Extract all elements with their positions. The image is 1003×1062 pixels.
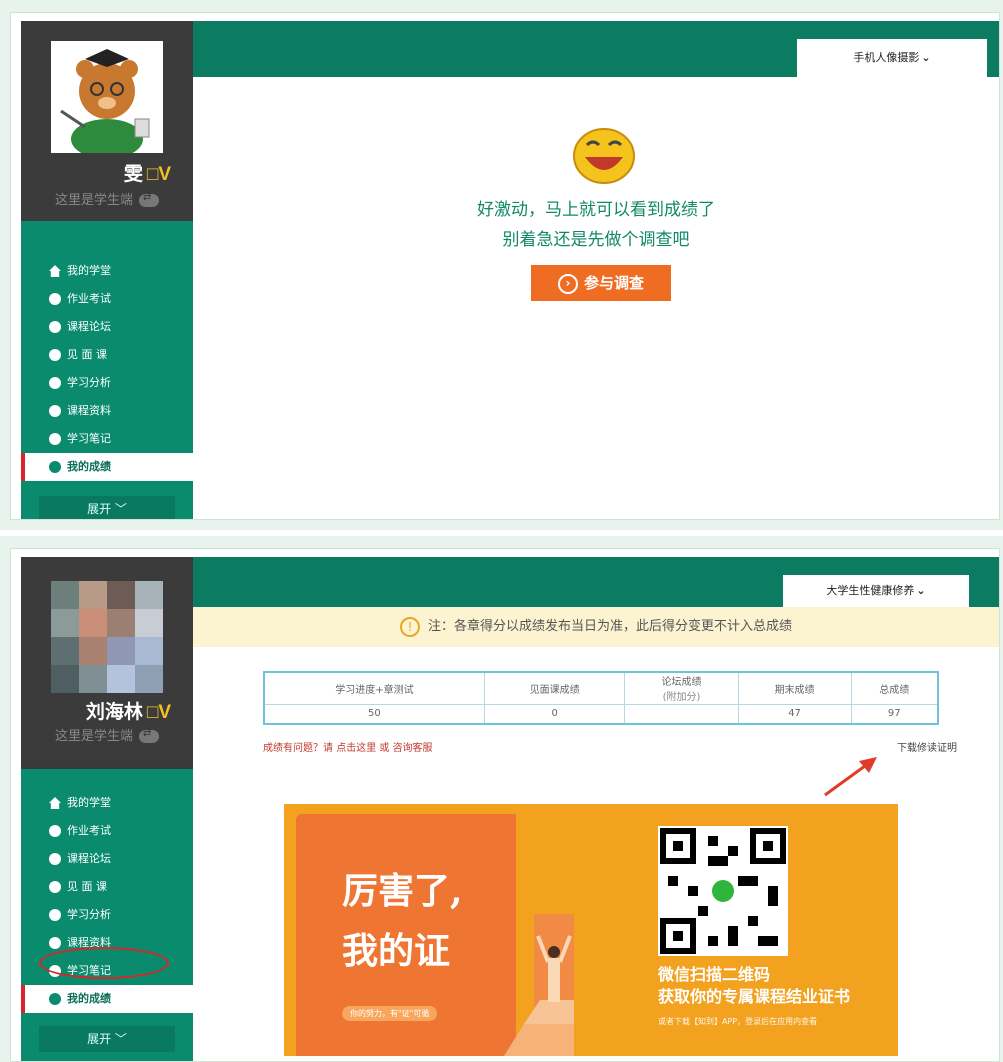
nav-item-my-school[interactable]: 我的学堂 [21,257,193,285]
cell-forum [624,703,739,725]
note-icon [49,433,61,445]
nav-item-grades[interactable]: 我的成绩 [21,985,193,1013]
nav-item-notes[interactable]: 学习笔记 [21,425,193,453]
top-bar: 大学生性健康修养 ⌄ [193,557,999,607]
expand-button[interactable]: 展开 ﹀ [39,496,175,519]
certificate-banner: 厉害了, 我的证 你的努力，有"证"可循 微信扫描二维码 获取你的专属课程结业证… [284,804,898,1056]
chart-icon [49,377,61,389]
pencil-icon [49,293,61,305]
customer-service-link[interactable]: 咨询客服 [393,743,433,754]
wechat-qr-code [658,826,788,956]
switch-role-icon[interactable] [139,728,159,743]
header-total: 总成绩 [850,671,939,705]
role-label: 这里是学生端 [21,189,193,208]
side-nav: 我的学堂 作业考试 课程论坛 见 面 课 学习分析 课程资料 学习笔记 我的成绩… [21,769,193,1061]
check-icon [49,993,61,1005]
warning-icon: ! [399,616,420,637]
course-selector[interactable]: 手机人像摄影 ⌄ [797,39,987,77]
forum-extra-label: (附加分) [662,692,701,704]
grades-result-panel: 刘海林□V 这里是学生端 我的学堂 作业考试 课程论坛 见 面 课 学习分析 课… [10,548,1000,1062]
nav-item-forum[interactable]: 课程论坛 [21,845,193,873]
expand-button[interactable]: 展开 ﹀ [39,1026,175,1052]
check-icon [49,461,61,473]
profile-card: 雯 □V 这里是学生端 [21,21,193,221]
folder-icon [49,937,61,949]
role-label: 这里是学生端 [21,725,193,744]
vip-badge: □V [146,702,171,723]
join-survey-button[interactable]: › 参与调查 [531,265,671,301]
pencil-icon [49,825,61,837]
grade-help-text: 成绩有问题？请 点击这里 或 咨询客服 [263,743,433,754]
nav-item-forum[interactable]: 课程论坛 [21,313,193,341]
cell-final: 47 [737,703,852,725]
nav-item-materials[interactable]: 课程资料 [21,397,193,425]
home-icon [49,797,61,809]
chevron-down-icon: ⌄ [921,51,931,64]
banner-headline-2: 我的证 [342,930,451,972]
grade-notice: ! 注：各章得分以成绩发布当日为准，此后得分变更不计入总成绩 [193,607,999,647]
nav-item-homework[interactable]: 作业考试 [21,817,193,845]
vip-badge: □V [146,164,171,185]
folder-icon [49,405,61,417]
sidebar: 雯□V 这里是学生端 我的学堂 作业考试 课程论坛 见 面 课 学习分析 课程资… [21,21,193,519]
header-progress: 学习进度+章测试 [263,671,485,705]
cell-live-class: 0 [483,703,626,725]
nav-item-homework[interactable]: 作业考试 [21,285,193,313]
username: 刘海林 □V [85,702,171,723]
nav-item-analysis[interactable]: 学习分析 [21,901,193,929]
table-row: 50 0 47 97 [263,703,939,725]
arrow-right-icon: › [557,273,578,294]
video-icon [49,881,61,893]
video-icon [49,349,61,361]
header-final: 期末成绩 [737,671,852,705]
nav-item-my-school[interactable]: 我的学堂 [21,789,193,817]
scan-instructions: 微信扫描二维码 获取你的专属课程结业证书 [658,965,851,1006]
switch-role-icon[interactable] [139,192,159,207]
click-here-link[interactable]: 点击这里 [336,743,376,754]
header-forum: 论坛成绩 (附加分) [624,671,739,705]
excited-message: 好激动，马上就可以看到成绩了 [477,200,715,220]
banner-headline-1: 厉害了, [342,870,463,912]
avatar [51,581,163,693]
nav-item-grades[interactable]: 我的成绩 [21,453,193,481]
pointer-arrow-icon [824,757,877,797]
cell-progress: 50 [263,703,485,725]
sidebar: 刘海林□V 这里是学生端 我的学堂 作业考试 课程论坛 见 面 课 学习分析 课… [21,557,193,1061]
smiley-icon [573,128,635,184]
survey-prompt: 别着急还是先做个调查吧 [502,230,690,250]
chat-icon [49,853,61,865]
download-certificate-link[interactable]: 下载修读证明 [897,739,957,754]
username: 雯 □V [123,164,171,185]
banner-tagline: 你的努力，有"证"可循 [342,1006,438,1021]
chat-icon [49,321,61,333]
chart-icon [49,909,61,921]
profile-card: 刘海林 □V 这里是学生端 [21,557,193,757]
nav-item-analysis[interactable]: 学习分析 [21,369,193,397]
nav-item-live-class[interactable]: 见 面 课 [21,341,193,369]
app-download-hint: 或者下载【知到】APP，登录后在应用内查看 [658,1017,818,1026]
avatar [51,41,163,153]
header-live-class: 见面课成绩 [483,671,626,705]
grades-survey-panel: 雯□V 这里是学生端 我的学堂 作业考试 课程论坛 见 面 课 学习分析 课程资… [10,12,1000,520]
stairs-illustration [504,914,574,1056]
cell-total: 97 [850,703,939,725]
home-icon [49,265,61,277]
nav-item-live-class[interactable]: 见 面 课 [21,873,193,901]
highlight-circle [39,947,169,979]
chevron-down-icon: ⌄ [916,584,926,597]
grades-table: 学习进度+章测试 见面课成绩 论坛成绩 (附加分) 期末成绩 总成绩 50 0 4… [263,671,939,725]
side-nav: 我的学堂 作业考试 课程论坛 见 面 课 学习分析 课程资料 学习笔记 我的成绩… [21,221,193,519]
top-bar: 手机人像摄影 ⌄ [193,21,999,77]
course-selector[interactable]: 大学生性健康修养 ⌄ [783,575,969,607]
